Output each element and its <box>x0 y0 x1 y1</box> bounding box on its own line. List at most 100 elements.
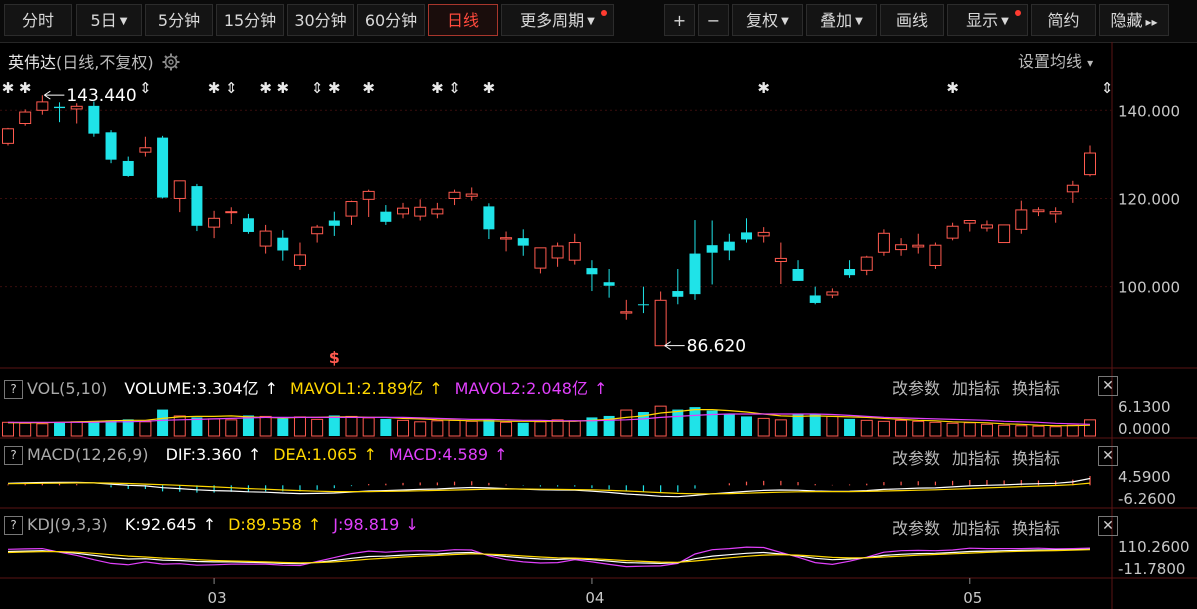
candle-body <box>362 190 375 200</box>
toolbar-button-11[interactable]: 叠加 ▼ <box>806 4 877 36</box>
volume-bar <box>689 407 701 436</box>
volume-bar <box>380 418 392 436</box>
vol-pane-legend: ? VOL(5,10) VOLUME:3.304亿 ↑ MAVOL1:2.189亿 ↑ M… <box>4 375 615 399</box>
candle-body <box>345 201 358 217</box>
candle-body <box>672 291 684 297</box>
volume-bar <box>500 421 513 437</box>
candle-body <box>19 111 32 124</box>
toolbar-button-4[interactable]: 30分钟 <box>287 4 354 36</box>
toolbar-button-label: 更多周期 <box>520 11 585 30</box>
chevron-down-icon: ▼ <box>119 16 128 27</box>
candle-body <box>963 220 976 224</box>
help-icon[interactable]: ? <box>4 446 23 465</box>
candle-body <box>551 245 564 259</box>
help-icon[interactable]: ? <box>4 516 23 535</box>
toolbar-button-label: 隐藏 <box>1110 11 1143 30</box>
y-tick-label: 110.2600 <box>1118 538 1190 556</box>
toolbar-button-7[interactable]: 更多周期 ▼ <box>501 4 614 36</box>
volume-bar <box>895 419 908 437</box>
candle-body <box>517 238 529 246</box>
help-icon[interactable]: ? <box>4 380 23 399</box>
candle-body <box>122 160 134 176</box>
volume-bar <box>277 418 289 436</box>
switch-indicator-button[interactable]: 换指标 <box>1012 379 1060 398</box>
volume-bar <box>208 418 221 437</box>
volume-bar <box>54 422 66 436</box>
candle-body <box>586 268 598 275</box>
candle-body <box>706 245 718 253</box>
add-indicator-button[interactable]: 加指标 <box>952 449 1000 468</box>
kdj-legend-value: D:89.558 <box>228 515 302 534</box>
toolbar-button-5[interactable]: 60分钟 <box>357 4 425 36</box>
toolbar-button-8[interactable]: + <box>664 4 695 36</box>
add-indicator-button[interactable]: 加指标 <box>952 519 1000 538</box>
switch-indicator-button[interactable]: 换指标 <box>1012 449 1060 468</box>
volume-bar <box>139 421 152 437</box>
macd-legend-value: DIF:3.360 <box>165 445 242 464</box>
candle-body <box>895 244 908 251</box>
toolbar-button-1[interactable]: 5日 ▼ <box>76 4 142 36</box>
candle-body <box>242 218 254 232</box>
chevron-down-icon: ▼ <box>781 16 789 27</box>
candle-body <box>328 220 340 226</box>
mavol1-line <box>8 409 1091 427</box>
candle-body <box>54 106 66 109</box>
volume-bar <box>362 417 375 437</box>
toolbar-button-9[interactable]: − <box>698 4 729 36</box>
toolbar-button-label: 简约 <box>1047 11 1080 30</box>
event-marker-icon: ✱ <box>19 79 32 97</box>
toolbar-button-0[interactable]: 分时 <box>4 4 72 36</box>
toolbar-button-14[interactable]: 简约 <box>1031 4 1096 36</box>
toolbar-button-10[interactable]: 复权 ▼ <box>732 4 803 36</box>
x-tick-label: 04 <box>585 589 604 607</box>
y-tick-label: 6.1300 <box>1118 398 1171 416</box>
volume-bar <box>191 417 203 436</box>
toolbar-button-12[interactable]: 画线 <box>880 4 944 36</box>
candle-body <box>1066 184 1079 193</box>
kdj-pane-actions: 改参数 加指标 换指标 <box>880 515 1060 539</box>
volume-bar <box>2 421 14 437</box>
close-macd-pane-button[interactable]: ✕ <box>1098 446 1118 466</box>
change-params-button[interactable]: 改参数 <box>892 379 940 398</box>
max-price-label: 143.440 <box>66 86 136 106</box>
candle-body <box>448 191 461 199</box>
event-marker-icon: ✱ <box>483 79 496 97</box>
volume-bar <box>157 409 169 436</box>
close-kdj-pane-button[interactable]: ✕ <box>1098 516 1118 536</box>
toolbar-button-3[interactable]: 15分钟 <box>216 4 284 36</box>
close-vol-pane-button[interactable]: ✕ <box>1098 376 1118 396</box>
volume-bar <box>672 409 684 436</box>
vol-pane-actions: 改参数 加指标 换指标 <box>880 375 1060 399</box>
min-price-label: 86.620 <box>687 337 746 357</box>
candle-body <box>225 211 238 214</box>
add-indicator-button[interactable]: 加指标 <box>952 379 1000 398</box>
toolbar-button-6[interactable]: 日线 <box>428 4 498 36</box>
volume-bar <box>757 417 770 437</box>
arrow-up-icon: ↑ <box>429 379 443 398</box>
volume-bar <box>809 414 821 436</box>
volume-bar <box>225 419 238 437</box>
event-marker-icon: ⇕ <box>311 79 324 97</box>
volume-bar <box>1066 424 1079 437</box>
candle-body <box>1049 211 1062 215</box>
candle-body <box>1032 209 1045 213</box>
toolbar-button-13[interactable]: 显示 ▼ <box>947 4 1028 36</box>
toolbar-button-2[interactable]: 5分钟 <box>145 4 213 36</box>
toolbar-button-15[interactable]: 隐藏 ▸▸ <box>1099 4 1169 36</box>
candle-body <box>723 241 735 251</box>
kdj-title: KDJ(9,3,3) <box>27 515 108 534</box>
candle-body <box>534 247 547 269</box>
volume-bar <box>88 421 100 436</box>
toolbar-button-label: 叠加 <box>820 11 853 30</box>
change-params-button[interactable]: 改参数 <box>892 449 940 468</box>
toolbar-button-label: 30分钟 <box>294 11 347 30</box>
volume-bar <box>36 423 49 437</box>
arrow-up-icon: ↑ <box>494 445 508 464</box>
event-marker-icon: ✱ <box>362 79 375 97</box>
event-marker-icon: ⇕ <box>448 79 461 97</box>
toolbar-button-label: 60分钟 <box>364 11 418 30</box>
candle-body <box>980 224 993 229</box>
change-params-button[interactable]: 改参数 <box>892 519 940 538</box>
toolbar-button-label: 画线 <box>895 11 928 30</box>
switch-indicator-button[interactable]: 换指标 <box>1012 519 1060 538</box>
